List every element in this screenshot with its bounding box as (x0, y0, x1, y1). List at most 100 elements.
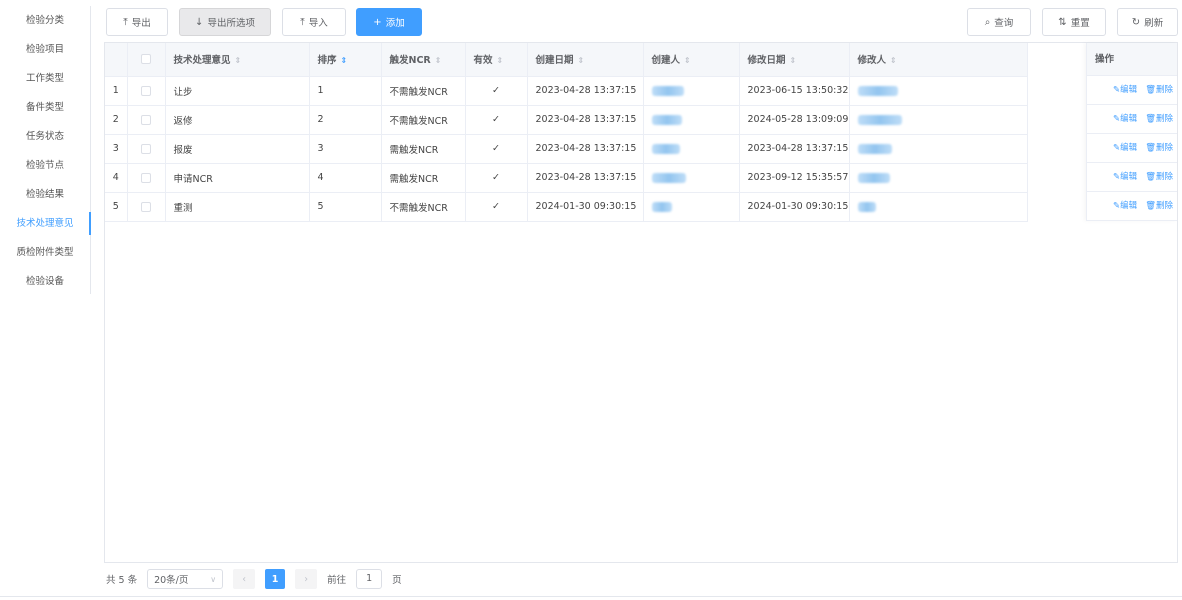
actions-header: 操作 (1087, 43, 1177, 76)
column-header-sort[interactable]: 排序 ⇕ (309, 43, 382, 77)
edit-button[interactable]: ✎编辑 (1113, 134, 1137, 162)
cell-creator (643, 105, 740, 135)
sort-icon[interactable]: ⇕ (497, 56, 504, 65)
edit-button[interactable]: ✎编辑 (1113, 163, 1137, 191)
cell-modified: 2024-01-30 09:30:15 (739, 192, 850, 222)
goto-page-input[interactable]: 1 (356, 569, 383, 589)
sidebar-item-work-type[interactable]: 工作类型 (0, 64, 90, 93)
row-checkbox[interactable] (141, 114, 151, 125)
sidebar-item-inspection-node[interactable]: 检验节点 (0, 151, 90, 180)
table-row[interactable]: 2 返修 2 不需触发NCR ✓ 2023-04-28 13:37:15 202… (105, 105, 1028, 135)
sort-icon[interactable]: ⇕ (235, 56, 242, 65)
table-row[interactable]: 3 报废 3 需触发NCR ✓ 2023-04-28 13:37:15 2023… (105, 134, 1028, 164)
redacted-creator (651, 85, 684, 96)
actions-row: ✎编辑 🗑删除 (1087, 163, 1177, 192)
column-header-tech-opinion[interactable]: 技术处理意见 ⇕ (165, 43, 310, 77)
sidebar-item-tech-opinion[interactable]: 技术处理意见 (0, 209, 91, 238)
reset-button[interactable]: ⇅ 重置 (1042, 8, 1106, 36)
goto-suffix: 页 (392, 575, 402, 586)
row-checkbox[interactable] (141, 172, 151, 183)
column-header-modified-date[interactable]: 修改日期 ⇕ (739, 43, 850, 77)
select-all-header (127, 43, 166, 77)
edit-button[interactable]: ✎编辑 (1113, 76, 1137, 104)
row-checkbox-cell (127, 105, 166, 135)
column-header-modifier[interactable]: 修改人 ⇕ (849, 43, 1028, 77)
row-checkbox[interactable] (141, 85, 151, 96)
delete-button[interactable]: 🗑删除 (1145, 192, 1173, 220)
table-row[interactable]: 1 让步 1 不需触发NCR ✓ 2023-04-28 13:37:15 202… (105, 76, 1028, 106)
redacted-modifier (857, 143, 892, 154)
cell-modified: 2023-06-15 13:50:32 (739, 76, 850, 106)
cell-creator (643, 134, 740, 164)
sidebar-item-task-status[interactable]: 任务状态 (0, 122, 90, 151)
row-index: 2 (105, 105, 128, 135)
sidebar-item-inspection-category[interactable]: 检验分类 (0, 6, 90, 35)
page-size-select[interactable]: 20条/页 ∨ (147, 569, 224, 589)
sort-icon[interactable]: ⇕ (578, 56, 585, 65)
sidebar: 检验分类 检验项目 工作类型 备件类型 任务状态 检验节点 检验结果 技术处理意… (0, 6, 91, 294)
sidebar-item-attachment-type[interactable]: 质检附件类型 (0, 238, 90, 267)
table-row[interactable]: 4 申请NCR 4 需触发NCR ✓ 2023-04-28 13:37:15 2… (105, 163, 1028, 193)
refresh-label: 刷新 (1144, 18, 1164, 29)
sort-asc-icon[interactable]: ⇕ (341, 56, 348, 65)
column-header-created-date[interactable]: 创建日期 ⇕ (527, 43, 644, 77)
import-button[interactable]: ⤒ 导入 (282, 8, 346, 36)
sort-icon[interactable]: ⇕ (435, 56, 442, 65)
redacted-creator (651, 172, 686, 183)
sort-icon[interactable]: ⇕ (790, 56, 797, 65)
export-label: 导出 (131, 18, 151, 29)
row-checkbox[interactable] (141, 201, 151, 212)
sidebar-item-inspection-item[interactable]: 检验项目 (0, 35, 90, 64)
redacted-modifier (857, 172, 890, 183)
sort-icon[interactable]: ⇕ (890, 56, 897, 65)
cell-valid: ✓ (465, 134, 528, 164)
prev-page-button[interactable]: ‹ (233, 569, 256, 589)
select-all-checkbox[interactable] (141, 54, 151, 65)
redacted-modifier (857, 114, 902, 125)
edit-button[interactable]: ✎编辑 (1113, 105, 1137, 133)
redacted-creator (651, 201, 672, 212)
column-header-trigger-ncr[interactable]: 触发NCR ⇕ (381, 43, 466, 77)
row-index: 1 (105, 76, 128, 106)
cell-creator (643, 76, 740, 106)
redacted-creator (651, 114, 682, 125)
row-checkbox-cell (127, 134, 166, 164)
export-selected-button[interactable]: ↓ 导出所选项 (179, 8, 271, 36)
column-header-creator[interactable]: 创建人 ⇕ (643, 43, 740, 77)
delete-button[interactable]: 🗑删除 (1145, 76, 1173, 104)
table-row[interactable]: 5 重测 5 不需触发NCR ✓ 2024-01-30 09:30:15 202… (105, 192, 1028, 222)
row-checkbox[interactable] (141, 143, 151, 154)
cell-ncr: 不需触发NCR (381, 192, 466, 222)
page-number-current[interactable]: 1 (265, 569, 286, 589)
cell-opinion: 报废 (165, 134, 310, 164)
divider (0, 596, 1182, 597)
delete-button[interactable]: 🗑删除 (1145, 105, 1173, 133)
sidebar-item-spare-part-type[interactable]: 备件类型 (0, 93, 90, 122)
sort-icon[interactable]: ⇕ (684, 56, 691, 65)
search-button[interactable]: ⌕ 查询 (967, 8, 1031, 36)
next-page-button[interactable]: › (295, 569, 318, 589)
cell-sort: 3 (309, 134, 382, 164)
sidebar-item-inspection-result[interactable]: 检验结果 (0, 180, 90, 209)
cell-creator (643, 192, 740, 222)
sidebar-item-inspection-equipment[interactable]: 检验设备 (0, 267, 90, 296)
index-header (105, 43, 128, 77)
upload-icon: ⤒ (123, 16, 128, 28)
reset-label: 重置 (1070, 18, 1090, 29)
chevron-right-icon: › (304, 573, 308, 585)
export-button[interactable]: ⤒ 导出 (106, 8, 168, 36)
delete-button[interactable]: 🗑删除 (1145, 134, 1173, 162)
add-button[interactable]: + 添加 (356, 8, 422, 36)
column-header-valid[interactable]: 有效 ⇕ (465, 43, 528, 77)
search-icon: ⌕ (984, 16, 991, 28)
refresh-button[interactable]: ↻ 刷新 (1117, 8, 1178, 36)
edit-button[interactable]: ✎编辑 (1113, 192, 1137, 220)
cell-opinion: 让步 (165, 76, 310, 106)
cell-ncr: 不需触发NCR (381, 105, 466, 135)
export-selected-label: 导出所选项 (207, 18, 255, 29)
actions-row: ✎编辑 🗑删除 (1087, 105, 1177, 134)
delete-button[interactable]: 🗑删除 (1145, 163, 1173, 191)
actions-row: ✎编辑 🗑删除 (1087, 134, 1177, 163)
cell-valid: ✓ (465, 163, 528, 193)
chevron-down-icon: ∨ (210, 574, 217, 584)
